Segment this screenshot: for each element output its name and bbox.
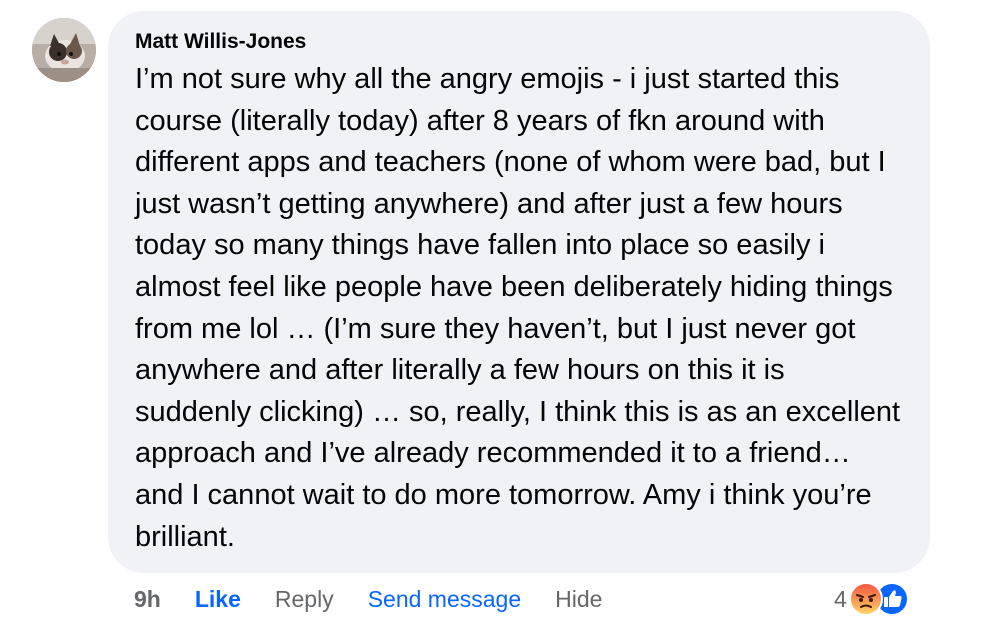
cat-photo-icon [32, 18, 96, 82]
reaction-summary[interactable]: 4 [834, 582, 909, 616]
comment-timestamp[interactable]: 9h [134, 586, 161, 613]
reply-button[interactable]: Reply [275, 586, 334, 613]
avatar[interactable] [32, 18, 96, 82]
comment-author[interactable]: Matt Willis-Jones [135, 29, 906, 55]
hide-button[interactable]: Hide [555, 586, 602, 613]
comment-actions: 9h Like Reply Send message Hide [134, 584, 636, 614]
like-button[interactable]: Like [195, 586, 241, 613]
send-message-button[interactable]: Send message [368, 586, 521, 613]
reaction-count: 4 [834, 585, 847, 612]
comment-bubble: Matt Willis-Jones I’m not sure why all t… [108, 11, 930, 573]
angry-reaction-icon [848, 582, 883, 616]
comment-text: I’m not sure why all the angry emojis - … [135, 63, 901, 553]
comment-thread: Matt Willis-Jones I’m not sure why all t… [0, 0, 1000, 628]
